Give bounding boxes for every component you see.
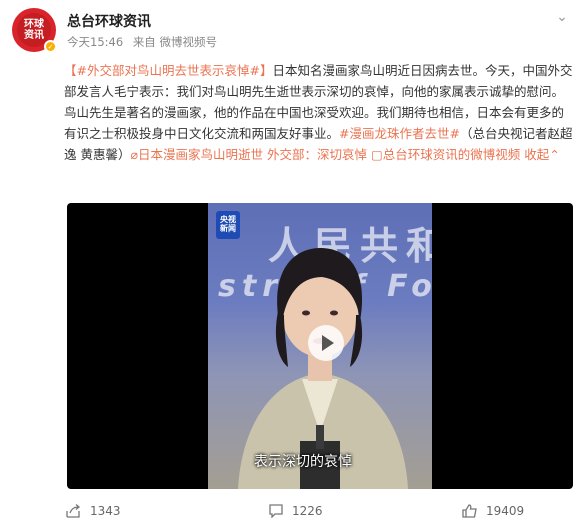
share-count: 1343 — [90, 504, 121, 518]
like-button[interactable]: 19409 — [462, 504, 524, 518]
collapse-button[interactable]: 收起⌃ — [524, 147, 560, 162]
post-header: 环球 资讯 ✓ 总台环球资讯 今天15:46 来自 微博视频号 ⌄ — [12, 8, 572, 58]
share-button[interactable]: 1343 — [66, 504, 121, 518]
cctv-news-logo: 央视 新闻 — [216, 211, 240, 239]
chevron-down-icon[interactable]: ⌄ — [554, 10, 570, 26]
comment-button[interactable]: 1226 — [268, 504, 323, 518]
account-name[interactable]: 总台环球资讯 — [67, 11, 151, 31]
avatar-text-bottom: 资讯 — [24, 30, 44, 41]
play-button[interactable] — [308, 325, 344, 361]
like-count: 19409 — [486, 504, 525, 518]
post-text: 【#外交部对鸟山明去世表示哀悼#】日本知名漫画家鸟山明近日因病去世。今天，中国外… — [64, 60, 576, 165]
avatar-text-top: 环球 — [24, 19, 44, 30]
hashtag-link-2[interactable]: #漫画龙珠作者去世# — [339, 126, 460, 141]
action-bar: 1343 1226 19409 — [0, 500, 584, 528]
post-time[interactable]: 今天15:46 — [67, 35, 123, 49]
video-link[interactable]: ⌀日本漫画家鸟山明逝世 外交部：深切哀悼 — [130, 147, 367, 162]
video-player[interactable]: 人民共和 stry of Fore 央视 新闻 表示深切的哀悼 — [67, 203, 573, 489]
video-subtitle: 表示深切的哀悼 — [254, 454, 352, 470]
play-icon — [321, 335, 334, 351]
hashtag-link[interactable]: 【#外交部对鸟山明去世表示哀悼#】 — [64, 63, 272, 78]
post-meta: 今天15:46 来自 微博视频号 — [67, 34, 223, 50]
verified-badge-icon: ✓ — [44, 40, 57, 53]
share-icon — [66, 504, 81, 518]
video-source-link[interactable]: ▢总台环球资讯的微博视频 — [371, 147, 520, 162]
video-frame: 人民共和 stry of Fore 央视 新闻 表示深切的哀悼 — [208, 203, 432, 489]
comment-icon — [269, 504, 283, 518]
thumbs-up-icon — [462, 504, 477, 518]
post-source: 来自 微博视频号 — [132, 35, 217, 49]
comment-count: 1226 — [292, 504, 323, 518]
